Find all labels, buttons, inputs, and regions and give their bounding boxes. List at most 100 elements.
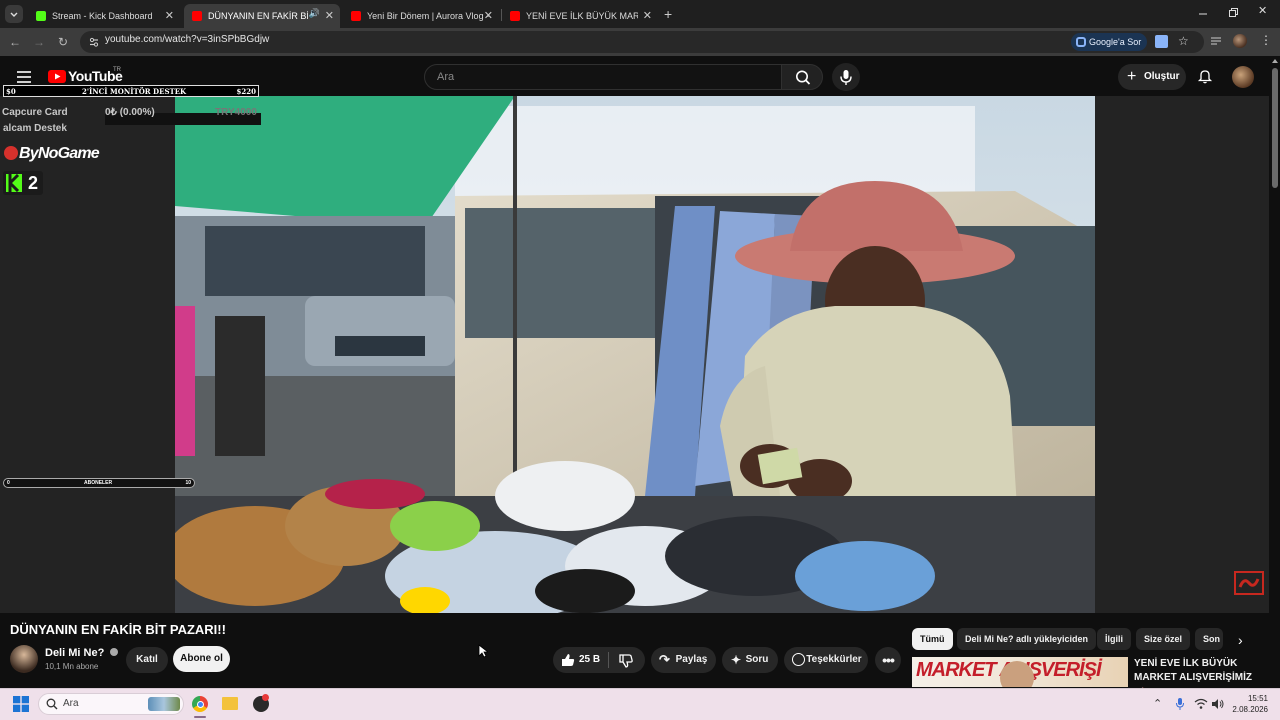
subscriber-count: 10,1 Mn abone: [45, 662, 99, 671]
share-button[interactable]: ↷ Paylaş: [651, 647, 716, 673]
youtube-favicon-icon: [192, 11, 202, 21]
share-icon: ↷: [659, 652, 670, 667]
donation-start: $0: [6, 87, 16, 96]
search-icon: [796, 70, 811, 85]
tray-overflow-icon[interactable]: ⌃: [1153, 697, 1162, 710]
chip-for-you[interactable]: Size özel: [1136, 628, 1191, 650]
browser-tab-strip: Stream - Kick Dashboard ✕ DÜNYANIN EN FA…: [0, 0, 1280, 28]
subs-start: 0: [7, 480, 10, 486]
reload-icon[interactable]: ↻: [55, 34, 71, 50]
chip-recent[interactable]: Son: [1195, 628, 1223, 650]
url-text[interactable]: youtube.com/watch?v=3inSPbBGdjw: [105, 34, 269, 45]
goal-name: Capcure Card: [2, 107, 68, 118]
chip-related[interactable]: İlgili: [1097, 628, 1131, 650]
tab-aurora-vlog[interactable]: Yeni Bir Dönem | Aurora Vlog - ✕: [343, 4, 499, 28]
bynogame-bolt-icon: [4, 146, 18, 160]
search-input[interactable]: Ara: [424, 64, 782, 90]
reading-list-icon[interactable]: [1210, 35, 1222, 47]
tab-title: Stream - Kick Dashboard: [52, 11, 153, 21]
site-info-icon[interactable]: [88, 36, 100, 48]
google-lens-label: Google'a Sor: [1089, 37, 1142, 47]
join-button[interactable]: Katıl: [126, 647, 168, 673]
more-actions-button[interactable]: •••: [875, 647, 901, 673]
search-button[interactable]: [781, 64, 823, 90]
wifi-icon[interactable]: [1194, 698, 1208, 710]
file-explorer-icon[interactable]: [222, 697, 238, 710]
country-code: TR: [113, 67, 121, 73]
tab-search-icon[interactable]: [5, 5, 23, 23]
ask-button[interactable]: ✦ Soru: [722, 647, 778, 673]
bookmark-star-icon[interactable]: ☆: [1178, 34, 1189, 48]
active-app-indicator: [194, 716, 206, 718]
create-button[interactable]: + Oluştur: [1118, 64, 1186, 90]
google-lens-icon: [1076, 37, 1086, 47]
taskbar-search-input[interactable]: Ara: [38, 693, 184, 715]
bynogame-logo: ByNoGame: [4, 145, 100, 163]
kick-favicon-icon: [36, 11, 46, 21]
donation-goal-bar: $0 2'İNCİ MONİTÖR DESTEK $220: [3, 85, 259, 97]
tab-title: DÜNYANIN EN FAKİR BİT P: [208, 11, 308, 21]
tab-title: Yeni Bir Dönem | Aurora Vlog -: [367, 11, 490, 21]
restore-icon[interactable]: [1228, 6, 1238, 20]
speaker-icon[interactable]: 🔊: [309, 8, 320, 19]
donation-title: 2'İNCİ MONİTÖR DESTEK: [82, 87, 187, 96]
more-icon: •••: [882, 652, 895, 668]
video-frame[interactable]: [175, 96, 1095, 613]
subs-end: 10: [185, 480, 191, 486]
dislike-button[interactable]: [612, 647, 642, 673]
taskbar-search-placeholder: Ara: [63, 698, 79, 709]
microphone-tray-icon[interactable]: [1175, 697, 1185, 711]
subscribe-button[interactable]: Abone ol: [173, 646, 230, 672]
thanks-button[interactable]: Teşekkürler: [784, 647, 868, 673]
voice-search-button[interactable]: [832, 63, 860, 91]
forward-icon[interactable]: →: [31, 34, 47, 50]
obs-app-icon[interactable]: [253, 694, 269, 712]
verified-icon: [110, 648, 119, 656]
recommendation-thumbnail[interactable]: MARKET ALIŞVERİŞİ: [912, 657, 1128, 687]
close-icon[interactable]: ✕: [325, 9, 334, 22]
chrome-menu-icon[interactable]: ⋮: [1260, 33, 1272, 47]
taskbar-clock-time[interactable]: 15:51: [1238, 694, 1268, 703]
chips-next-icon[interactable]: ›: [1238, 632, 1243, 648]
scrollbar-thumb[interactable]: [1272, 68, 1278, 188]
back-icon[interactable]: ←: [7, 34, 23, 50]
tab-kick-dashboard[interactable]: Stream - Kick Dashboard ✕: [28, 4, 180, 28]
channel-name[interactable]: Deli Mi Ne?: [45, 647, 119, 659]
tab-youtube-video[interactable]: DÜNYANIN EN FAKİR BİT P 🔊 ✕: [184, 4, 340, 28]
goal-amount: 0₺ (0.00%): [105, 107, 155, 118]
youtube-logo-icon[interactable]: [48, 70, 66, 83]
notifications-bell-icon[interactable]: [1197, 68, 1213, 84]
tab-market-video[interactable]: YENİ EVE İLK BÜYÜK MARKET A ✕: [502, 4, 658, 28]
scroll-up-icon[interactable]: [1272, 58, 1278, 64]
subs-label: ABONELER: [84, 480, 113, 486]
hamburger-menu-icon[interactable]: [17, 71, 31, 83]
chip-from-uploader[interactable]: Deli Mi Ne? adlı yükleyiciden: [957, 628, 1097, 650]
chip-all[interactable]: Tümü: [912, 628, 953, 650]
close-icon[interactable]: ✕: [484, 9, 493, 22]
recommendation-face: [1000, 661, 1034, 687]
thumbs-up-icon: [562, 654, 575, 666]
chrome-taskbar-icon[interactable]: [192, 696, 208, 712]
profile-icon[interactable]: [1233, 34, 1247, 48]
google-lens-button[interactable]: Google'a Sor: [1071, 33, 1148, 51]
minimize-icon[interactable]: [1198, 6, 1208, 20]
video-frame-image: [175, 96, 1095, 613]
tab-title: YENİ EVE İLK BÜYÜK MARKET A: [526, 11, 638, 21]
account-avatar[interactable]: [1232, 66, 1254, 88]
like-button[interactable]: 25 B: [556, 647, 608, 673]
close-icon[interactable]: ✕: [165, 9, 174, 22]
windows-start-icon[interactable]: [13, 696, 29, 712]
translate-icon[interactable]: [1155, 35, 1168, 48]
channel-watermark-icon[interactable]: [1234, 571, 1264, 595]
plus-icon: +: [1127, 68, 1137, 85]
new-tab-icon[interactable]: +: [664, 6, 672, 22]
taskbar-clock-date[interactable]: 2.08.2026: [1222, 705, 1268, 714]
sparkle-icon: ✦: [731, 653, 742, 667]
like-divider: [608, 652, 609, 668]
bynogame-text: ByNoGame: [19, 145, 100, 162]
goal-subtitle: alcam Destek: [3, 123, 67, 134]
window-close-icon[interactable]: ✕: [1258, 4, 1267, 17]
channel-avatar[interactable]: [10, 645, 38, 673]
close-icon[interactable]: ✕: [643, 9, 652, 22]
mouse-cursor-icon: [478, 644, 488, 658]
